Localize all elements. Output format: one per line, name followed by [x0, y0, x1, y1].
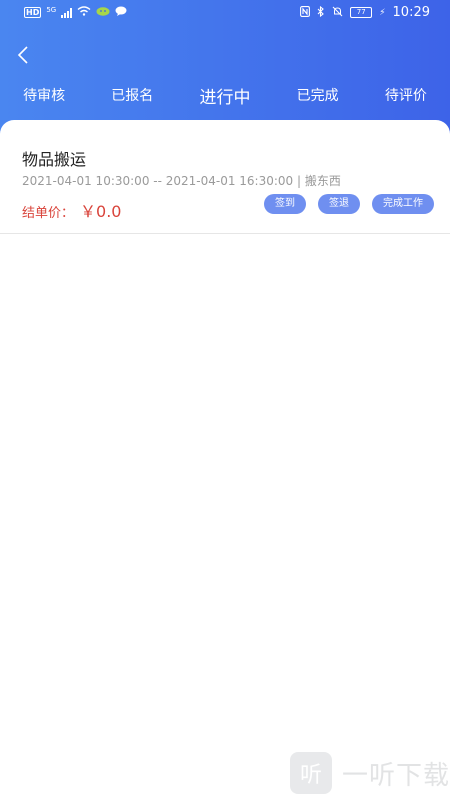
order-card[interactable]: 物品搬运 2021-04-01 10:30:00 -- 2021-04-01 1… [0, 120, 450, 234]
battery-icon: 77 [350, 7, 373, 18]
tab-completed[interactable]: 已完成 [295, 85, 341, 105]
check-in-button[interactable]: 签到 [264, 194, 306, 214]
nfc-icon [300, 5, 311, 20]
order-title: 物品搬运 [22, 150, 87, 169]
mute-icon [332, 6, 343, 20]
signal-icon [61, 7, 73, 18]
status-bar: HD 5G 77 ⚡ 10:29 [0, 0, 450, 28]
check-out-button[interactable]: 签退 [318, 194, 360, 214]
status-right: 77 ⚡ 10:29 [300, 5, 430, 20]
order-list: 物品搬运 2021-04-01 10:30:00 -- 2021-04-01 1… [0, 120, 450, 800]
bluetooth-icon [317, 5, 325, 20]
watermark-logo: 听 [290, 752, 332, 794]
price-value: ￥0.0 [80, 202, 122, 221]
order-meta: 2021-04-01 10:30:00 -- 2021-04-01 16:30:… [22, 174, 341, 188]
message-icon [115, 6, 127, 19]
tab-registered[interactable]: 已报名 [109, 85, 155, 105]
status-tabs: 待审核 已报名 进行中 已完成 待评价 [0, 80, 450, 110]
status-time: 10:29 [392, 5, 430, 20]
tab-in-progress[interactable]: 进行中 [197, 83, 252, 108]
hd-indicator: HD [24, 7, 42, 18]
price-label: 结单价： [22, 206, 75, 221]
complete-work-button[interactable]: 完成工作 [372, 194, 434, 214]
network-type: 5G [46, 5, 57, 14]
wifi-icon [77, 6, 91, 19]
tab-pending-rating[interactable]: 待评价 [383, 85, 429, 105]
watermark: 听 一听下载 [290, 752, 450, 794]
charging-icon: ⚡ [379, 7, 386, 18]
order-price: 结单价： ￥0.0 [22, 198, 121, 222]
app-notification-icon [96, 6, 110, 19]
status-left: HD 5G [24, 6, 127, 19]
tab-pending-review[interactable]: 待审核 [21, 85, 67, 105]
watermark-text: 一听下载 [342, 760, 450, 791]
order-actions: 签到 签退 完成工作 [264, 194, 434, 214]
back-button[interactable] [10, 40, 36, 70]
chevron-left-icon [17, 46, 28, 64]
